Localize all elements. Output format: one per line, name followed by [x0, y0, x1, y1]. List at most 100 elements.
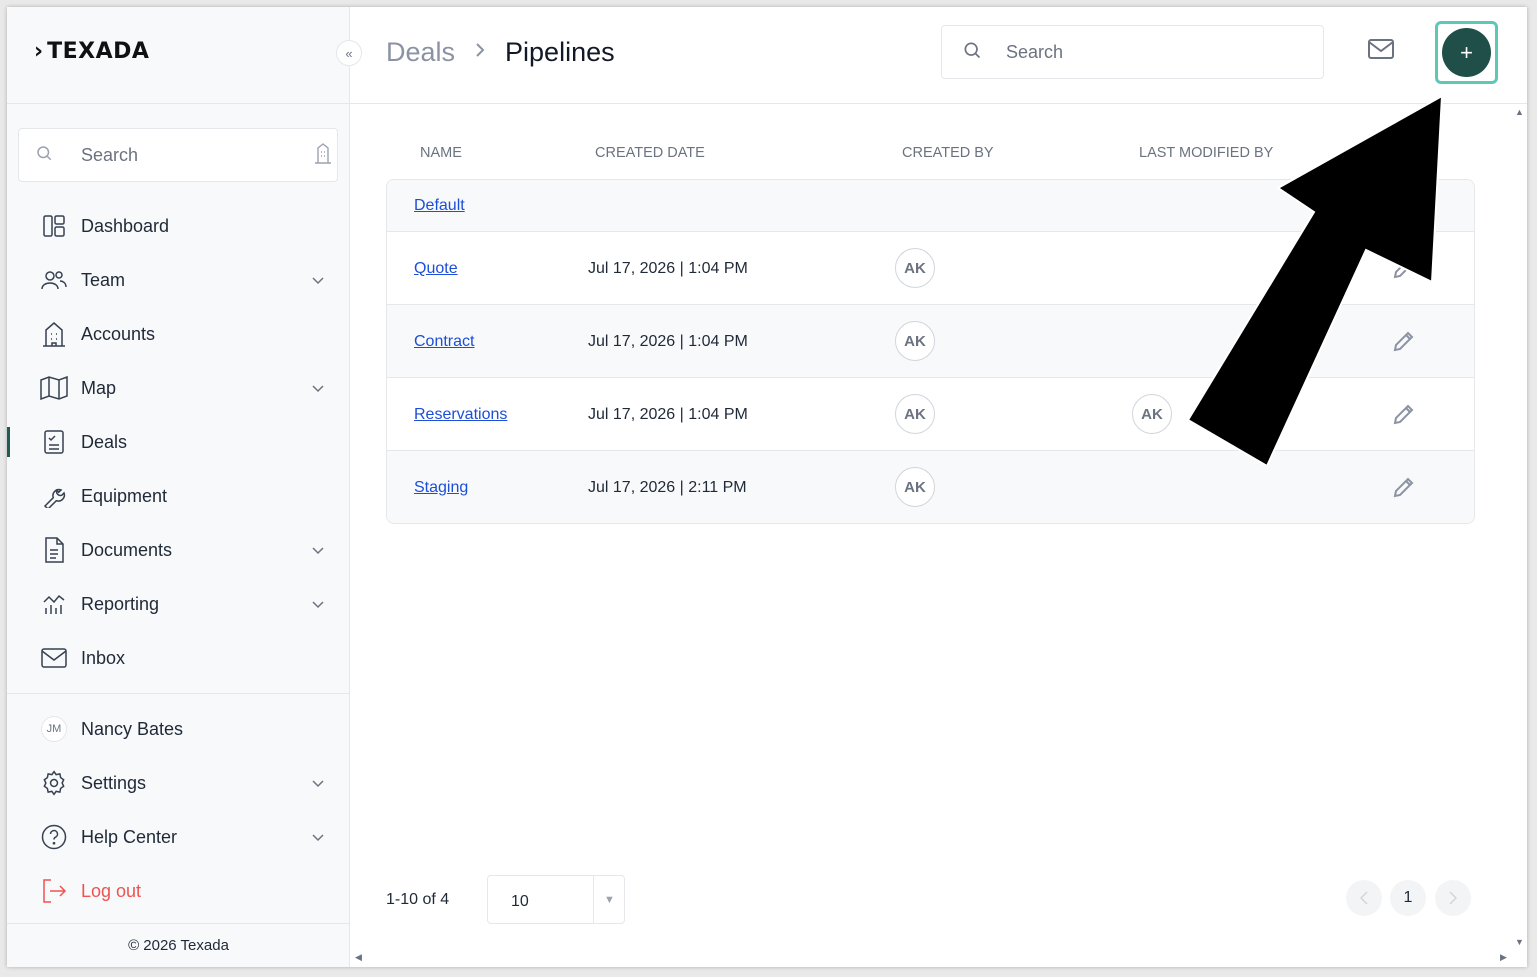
- chevron-right-icon: [1449, 891, 1457, 905]
- help-icon: [40, 823, 68, 851]
- user-initials: JM: [41, 716, 67, 742]
- page-size-value: 10: [511, 893, 529, 910]
- prev-page-button[interactable]: [1346, 880, 1382, 916]
- pencil-icon[interactable]: [1392, 329, 1416, 358]
- divider: [7, 693, 350, 694]
- chevron-down-icon[interactable]: [312, 596, 324, 614]
- sidebar-item-help-center[interactable]: Help Center: [7, 810, 350, 864]
- sidebar: › TEXADA Dashboard: [7, 7, 350, 967]
- created-date: Jul 17, 2026 | 2:11 PM: [588, 479, 747, 496]
- inbox-button[interactable]: [1368, 39, 1394, 64]
- dashboard-icon: [40, 212, 68, 240]
- logo-text: TEXADA: [47, 39, 150, 64]
- chevrons-left-icon: «: [345, 45, 353, 61]
- created-by-avatar: AK: [895, 321, 935, 361]
- sidebar-item-user[interactable]: JM Nancy Bates: [7, 702, 350, 756]
- column-header-created-date[interactable]: CREATED DATE: [595, 145, 705, 161]
- breadcrumb: Deals Pipelines: [386, 37, 615, 68]
- search-icon: [35, 144, 53, 167]
- next-page-button[interactable]: [1435, 880, 1471, 916]
- created-by-avatar: AK: [895, 467, 935, 507]
- column-header-created-by[interactable]: CREATED BY: [902, 145, 994, 161]
- sidebar-item-map[interactable]: Map: [7, 361, 350, 415]
- chevron-down-icon[interactable]: [312, 829, 324, 847]
- brand-logo[interactable]: › TEXADA: [34, 39, 149, 64]
- sidebar-search-input[interactable]: [81, 144, 313, 166]
- modified-by-avatar: AK: [1132, 394, 1172, 434]
- copyright: © 2026 Texada: [128, 937, 229, 954]
- sidebar-item-team[interactable]: Team: [7, 253, 350, 307]
- sidebar-item-equipment[interactable]: Equipment: [7, 469, 350, 523]
- sidebar-item-label: Documents: [81, 539, 173, 560]
- add-pipeline-button[interactable]: +: [1442, 28, 1491, 77]
- breadcrumb-parent[interactable]: Deals: [386, 37, 455, 68]
- sidebar-item-label: Dashboard: [81, 215, 170, 236]
- deals-icon: [40, 428, 68, 456]
- building-icon: [40, 320, 68, 348]
- page-header: Deals Pipelines +: [350, 7, 1527, 104]
- app-window: › TEXADA Dashboard: [7, 7, 1527, 967]
- pipeline-name-link[interactable]: Staging: [414, 479, 468, 497]
- sidebar-item-accounts[interactable]: Accounts: [7, 307, 350, 361]
- sidebar-item-dashboard[interactable]: Dashboard: [7, 199, 350, 253]
- pipeline-name-link[interactable]: Default: [414, 197, 465, 215]
- document-icon: [40, 536, 68, 564]
- scroll-left-arrow-icon[interactable]: ◀: [355, 952, 362, 963]
- sidebar-item-label: Equipment: [81, 485, 168, 506]
- search-icon: [962, 40, 982, 65]
- pencil-icon[interactable]: [1392, 256, 1416, 285]
- chevron-down-icon[interactable]: [312, 542, 324, 560]
- wrench-icon: [40, 482, 68, 510]
- global-search-input[interactable]: [1006, 41, 1303, 63]
- team-icon: [40, 266, 68, 294]
- created-date: Jul 17, 2026 | 1:04 PM: [588, 333, 748, 350]
- chevron-down-icon[interactable]: [312, 272, 324, 290]
- pipeline-name-link[interactable]: Contract: [414, 333, 474, 351]
- sidebar-item-deals[interactable]: Deals: [7, 415, 350, 469]
- scroll-down-arrow-icon[interactable]: ▼: [1515, 937, 1524, 947]
- pencil-icon[interactable]: [1392, 402, 1416, 431]
- scroll-up-arrow-icon[interactable]: ▲: [1515, 107, 1524, 117]
- gear-icon: [40, 769, 68, 797]
- map-icon: [40, 374, 68, 402]
- sidebar-search[interactable]: [18, 128, 338, 182]
- reporting-icon: [40, 590, 68, 618]
- chevron-down-icon[interactable]: [312, 380, 324, 398]
- sidebar-nav: Dashboard Team Accounts Map Deals Equipm…: [7, 199, 350, 685]
- created-date: Jul 17, 2026 | 1:04 PM: [588, 406, 748, 423]
- table-row: Default: [387, 180, 1474, 232]
- page-size-select[interactable]: 10 ▼: [487, 875, 625, 924]
- sidebar-item-label: Reporting: [81, 593, 160, 614]
- building-filter-icon[interactable]: [313, 142, 333, 169]
- pipeline-name-link[interactable]: Reservations: [414, 406, 507, 424]
- sidebar-item-documents[interactable]: Documents: [7, 523, 350, 577]
- created-by-avatar: AK: [895, 394, 935, 434]
- collapse-sidebar-button[interactable]: «: [336, 40, 362, 66]
- dropdown-arrow-icon[interactable]: ▼: [593, 876, 625, 923]
- page-title: Pipelines: [505, 37, 615, 67]
- pagination: 1-10 of 4 10 ▼ 1: [386, 875, 1475, 925]
- mail-icon: [40, 644, 68, 672]
- pencil-icon[interactable]: [1392, 475, 1416, 504]
- pipeline-name-link[interactable]: Quote: [414, 260, 458, 278]
- logout-icon: [40, 877, 68, 905]
- sidebar-item-label: Log out: [81, 880, 142, 901]
- chevron-down-icon[interactable]: [312, 775, 324, 793]
- add-pipeline-highlight: +: [1435, 21, 1498, 84]
- sidebar-item-label: Deals: [81, 431, 128, 452]
- sidebar-item-inbox[interactable]: Inbox: [7, 631, 350, 685]
- page-number-button[interactable]: 1: [1390, 880, 1426, 916]
- table-row: Staging Jul 17, 2026 | 2:11 PM AK: [387, 451, 1474, 523]
- scroll-right-arrow-icon[interactable]: ▶: [1500, 952, 1507, 963]
- sidebar-item-settings[interactable]: Settings: [7, 756, 350, 810]
- divider: [7, 923, 350, 924]
- global-search[interactable]: [941, 25, 1324, 79]
- table-row: Contract Jul 17, 2026 | 1:04 PM AK: [387, 305, 1474, 378]
- sidebar-item-reporting[interactable]: Reporting: [7, 577, 350, 631]
- sidebar-item-logout[interactable]: Log out: [7, 864, 350, 918]
- created-date: Jul 17, 2026 | 1:04 PM: [588, 260, 748, 277]
- pipelines-table: Default Quote Jul 17, 2026 | 1:04 PM AK …: [386, 179, 1475, 524]
- column-header-last-modified-by[interactable]: LAST MODIFIED BY: [1139, 145, 1273, 161]
- user-name: Nancy Bates: [81, 718, 184, 739]
- column-header-name[interactable]: NAME: [420, 145, 462, 161]
